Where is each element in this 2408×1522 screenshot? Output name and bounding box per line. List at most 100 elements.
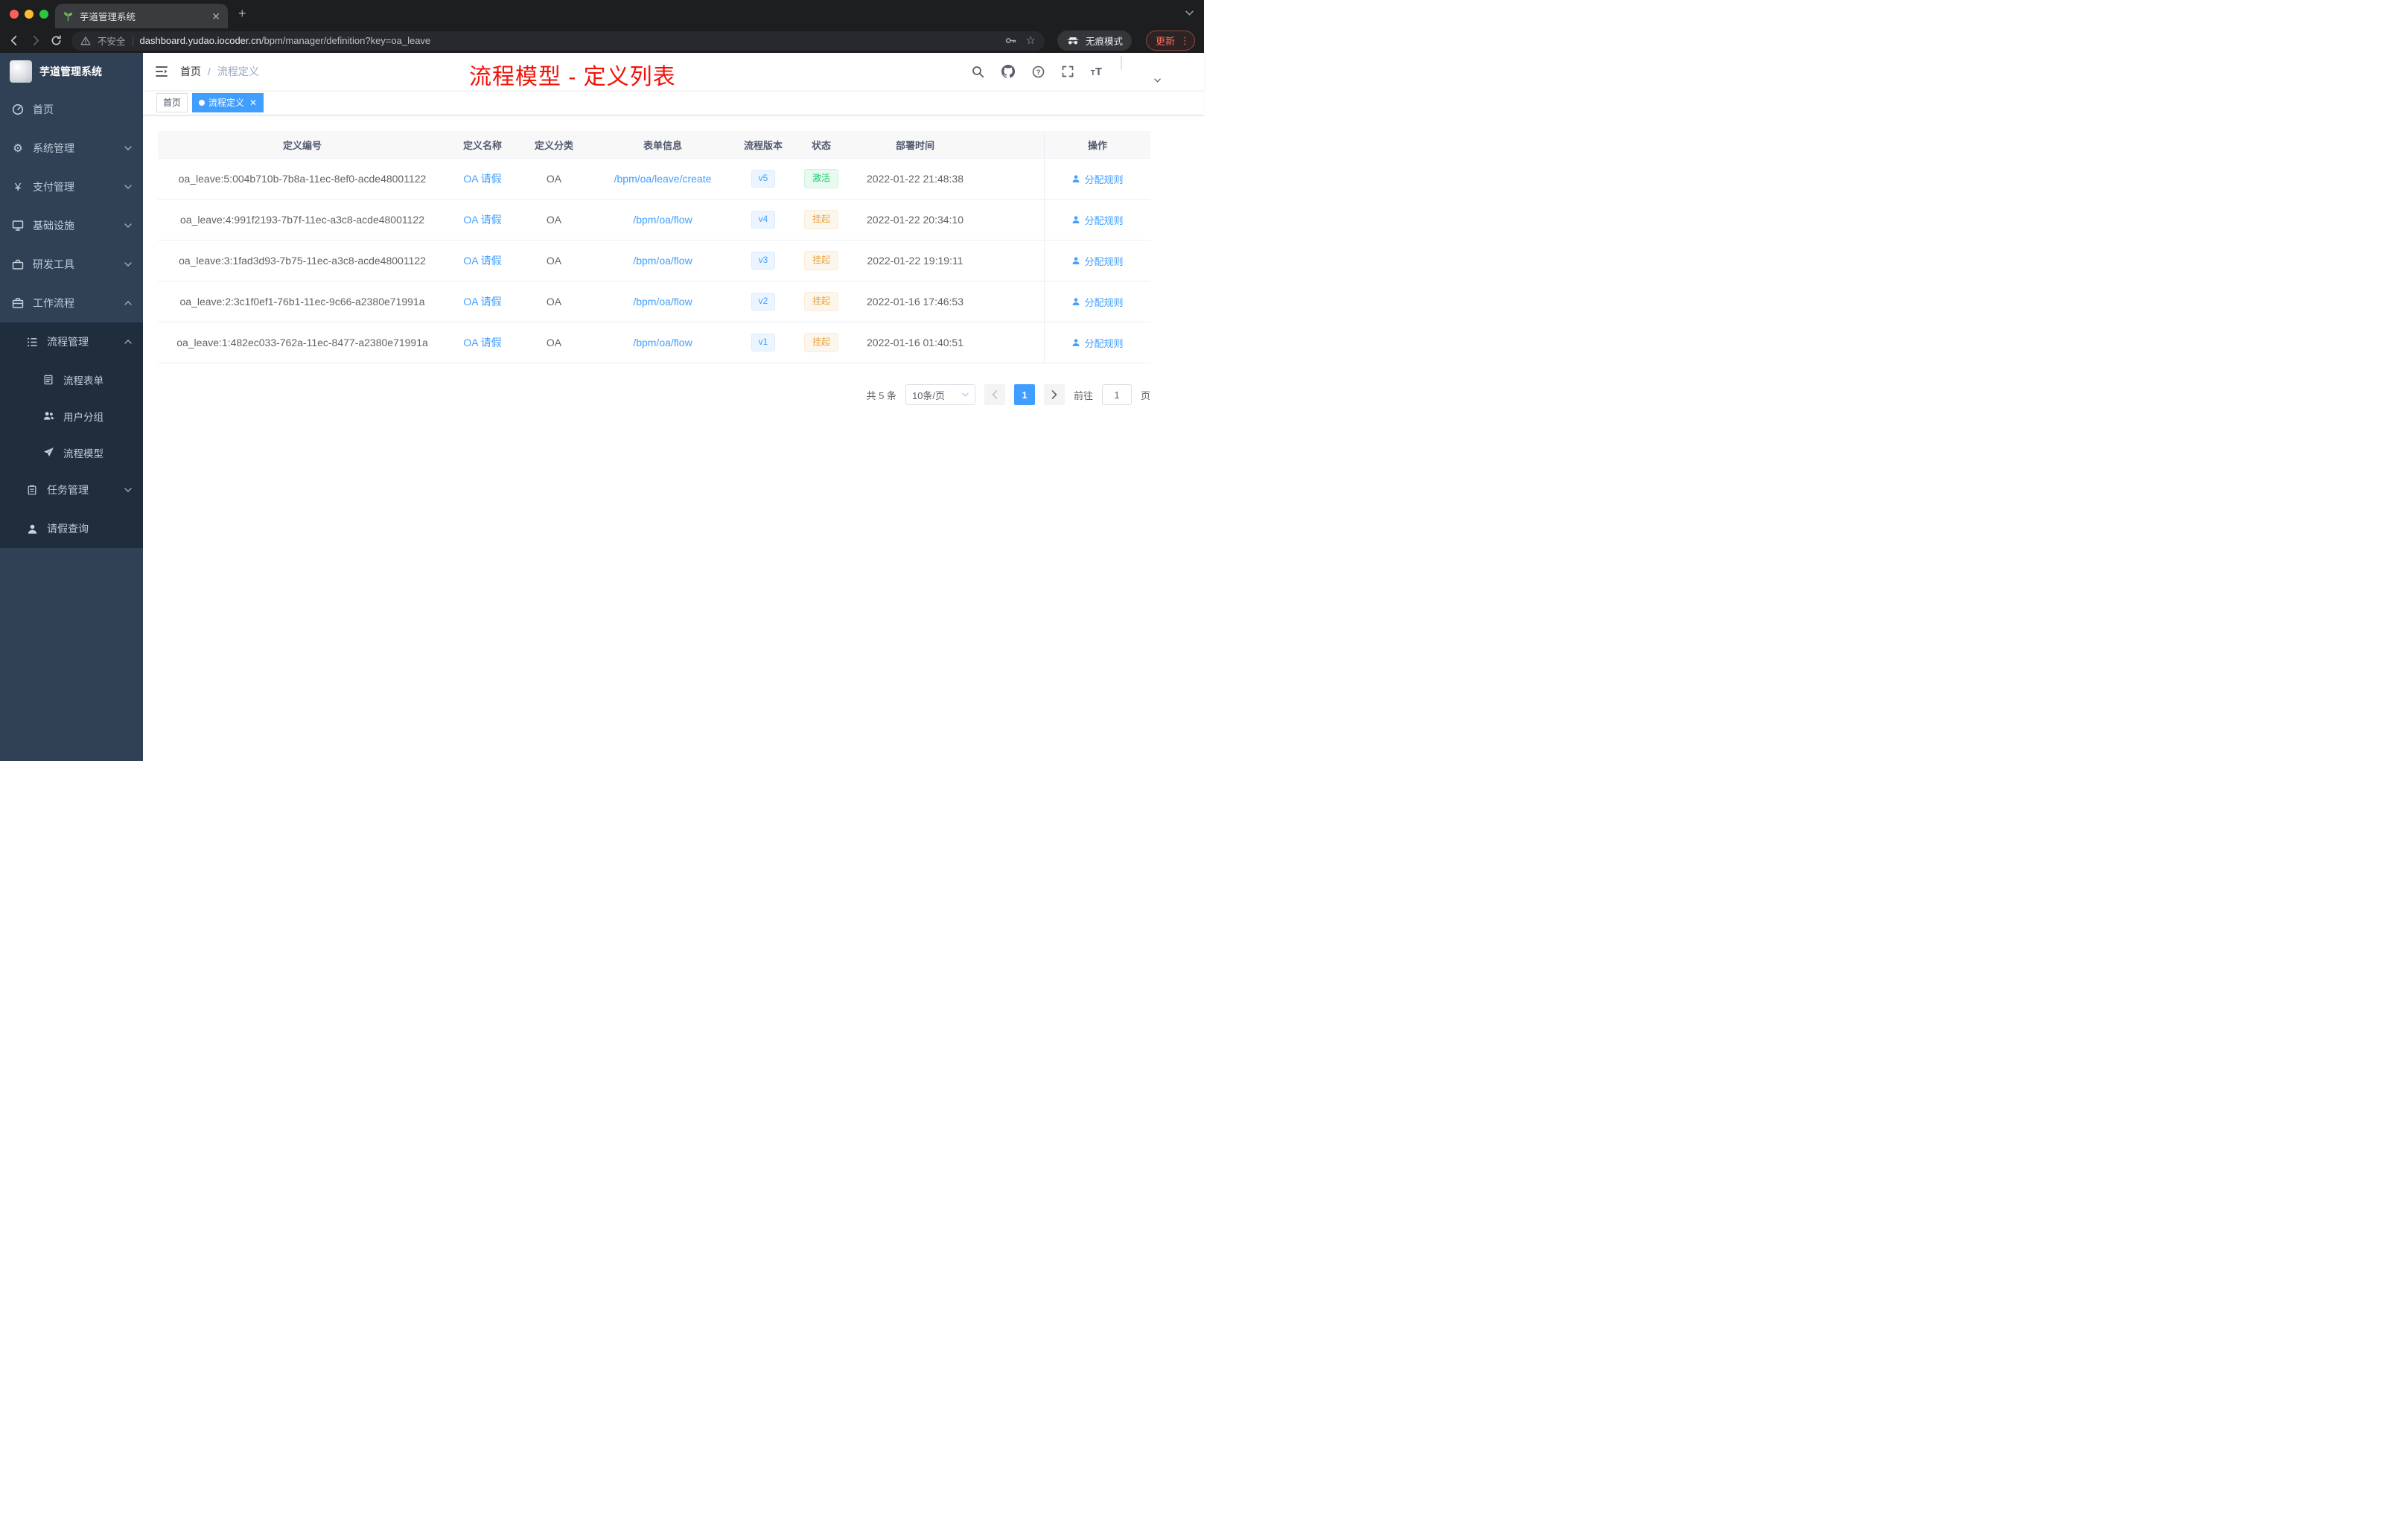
list-icon: [25, 337, 39, 348]
spacer-cell: [978, 241, 1044, 281]
tab-strip: 芋道管理系统 ✕ +: [0, 0, 1204, 28]
sidebar-item-workflow[interactable]: 工作流程: [0, 284, 143, 322]
forward-icon[interactable]: [30, 35, 41, 46]
fullscreen-icon[interactable]: [1062, 66, 1074, 77]
sidebar-item-devtools[interactable]: 研发工具: [0, 245, 143, 284]
sidebar-item-task-management[interactable]: 任务管理: [0, 471, 143, 509]
breadcrumb-home[interactable]: 首页: [180, 64, 201, 79]
form-info-link[interactable]: /bpm/oa/flow: [633, 214, 692, 226]
form-info-link[interactable]: /bpm/oa/leave/create: [614, 173, 712, 185]
sidebar-item-process-model[interactable]: 流程模型: [0, 434, 143, 471]
form-info-link[interactable]: /bpm/oa/flow: [633, 337, 692, 348]
minimize-window-button[interactable]: [25, 10, 34, 19]
column-header: 部署时间: [895, 139, 934, 151]
goto-page-input[interactable]: [1101, 384, 1132, 405]
assign-rule-link[interactable]: 分配规则: [1071, 254, 1124, 268]
bookmark-star-icon[interactable]: ☆: [1026, 35, 1036, 46]
version-tag: v3: [751, 252, 776, 270]
sidebar-item-system[interactable]: ⚙ 系统管理: [0, 129, 143, 168]
tag-home[interactable]: 首页: [156, 92, 188, 112]
spacer-cell: [978, 159, 1044, 199]
chevron-down-icon[interactable]: [1185, 10, 1194, 16]
sidebar-item-payment[interactable]: ¥ 支付管理: [0, 168, 143, 206]
new-tab-button[interactable]: +: [238, 6, 246, 22]
spacer-cell: [978, 322, 1044, 363]
tag-label: 首页: [163, 98, 182, 108]
definition-name-link[interactable]: OA 请假: [463, 171, 501, 186]
definition-category: OA: [546, 296, 562, 308]
tab-close-icon[interactable]: ✕: [211, 11, 220, 22]
tag-process-definition[interactable]: 流程定义 ✕: [192, 92, 264, 112]
search-icon[interactable]: [972, 66, 984, 78]
red-annotation-text: 流程模型 - 定义列表: [469, 65, 676, 89]
navbar-actions: ? TT: [972, 56, 1204, 86]
sidebar-item-label: 基础设施: [33, 220, 74, 232]
next-page-button[interactable]: [1043, 384, 1065, 405]
tag-close-icon[interactable]: ✕: [249, 98, 257, 107]
reload-icon[interactable]: [51, 35, 62, 46]
main-area: 首页 / 流程定义 流程模型 - 定义列表 ? TT 首页 流程定义 ✕ 定义编…: [143, 53, 1204, 761]
sidebar-item-home[interactable]: 首页: [0, 90, 143, 129]
deploy-time: 2022-01-22 20:34:10: [867, 214, 963, 226]
avatar[interactable]: [1121, 56, 1122, 70]
version-tag: v4: [751, 211, 776, 229]
security-label[interactable]: 不安全: [98, 34, 126, 48]
breadcrumb-separator: /: [208, 66, 211, 77]
sidebar-item-leave-query[interactable]: 请假查询: [0, 509, 143, 548]
definition-name-link[interactable]: OA 请假: [463, 294, 501, 309]
logo-avatar: [10, 60, 32, 83]
deploy-time: 2022-01-16 17:46:53: [867, 296, 963, 308]
status-tag: 挂起: [803, 251, 838, 270]
help-icon[interactable]: ?: [1032, 66, 1045, 78]
sidebar-item-label: 流程表单: [63, 375, 103, 386]
address-bar[interactable]: 不安全 dashboard.yudao.iocoder.cn/bpm/manag…: [71, 31, 1045, 51]
sidebar-item-process-form[interactable]: 流程表单: [0, 361, 143, 398]
sidebar-logo[interactable]: 芋道管理系统: [0, 53, 143, 90]
key-icon[interactable]: [1005, 35, 1016, 46]
browser-menu-icon[interactable]: ⋮: [1180, 36, 1190, 45]
chevron-down-icon: [124, 262, 132, 267]
definition-name-link[interactable]: OA 请假: [463, 212, 501, 227]
page-number-1[interactable]: 1: [1013, 384, 1035, 405]
chevron-up-icon: [124, 340, 132, 344]
table-row: oa_leave:5:004b710b-7b8a-11ec-8ef0-acde4…: [158, 159, 1150, 200]
form-info-link[interactable]: /bpm/oa/flow: [633, 296, 692, 308]
app-root: 芋道管理系统 首页 ⚙ 系统管理 ¥ 支付管理 基础设施 研发工具 工作流程 流…: [0, 53, 1204, 761]
column-header: 定义名称: [462, 139, 502, 151]
github-icon[interactable]: [1001, 65, 1015, 78]
warning-triangle-icon: [80, 36, 91, 45]
sidebar-item-infrastructure[interactable]: 基础设施: [0, 206, 143, 245]
update-button[interactable]: 更新 ⋮: [1145, 31, 1195, 51]
page-size-select[interactable]: 10条/页: [905, 384, 975, 405]
definition-name-link[interactable]: OA 请假: [463, 335, 501, 350]
definition-table: 定义编号 定义名称 定义分类 表单信息 流程版本 状态 部署时间 操作 oa_l…: [158, 131, 1150, 363]
caret-down-icon: [962, 392, 969, 397]
assign-rule-link[interactable]: 分配规则: [1071, 213, 1124, 227]
user-avatar-dropdown[interactable]: [1121, 56, 1161, 86]
back-icon[interactable]: [9, 35, 20, 46]
table-header: 定义编号 定义名称 定义分类 表单信息 流程版本 状态 部署时间 操作: [158, 131, 1150, 159]
zoom-window-button[interactable]: [39, 10, 48, 19]
font-size-icon[interactable]: TT: [1091, 66, 1102, 78]
sidebar-item-user-group[interactable]: 用户分组: [0, 398, 143, 434]
pagination: 共 5 条 10条/页 1 前往 页: [158, 384, 1150, 405]
sidebar-toggle-icon[interactable]: [155, 66, 168, 77]
assign-rule-link[interactable]: 分配规则: [1071, 336, 1124, 350]
close-window-button[interactable]: [10, 10, 19, 19]
assign-rule-link[interactable]: 分配规则: [1071, 172, 1124, 186]
briefcase-icon: [11, 297, 25, 309]
definition-name-link[interactable]: OA 请假: [463, 253, 501, 268]
definition-id: oa_leave:1:482ec033-762a-11ec-8477-a2380…: [176, 337, 428, 348]
url-text[interactable]: dashboard.yudao.iocoder.cn/bpm/manager/d…: [140, 35, 431, 46]
sidebar-item-process-management[interactable]: 流程管理: [0, 322, 143, 361]
prev-page-button[interactable]: [984, 384, 1005, 405]
table-row: oa_leave:2:3c1f0ef1-76b1-11ec-9c66-a2380…: [158, 281, 1150, 322]
user-icon: [1072, 175, 1080, 182]
sidebar-item-label: 用户分组: [63, 411, 103, 423]
favicon-sprout-icon: [63, 12, 73, 22]
page-size-value: 10条/页: [911, 389, 946, 401]
browser-tab[interactable]: 芋道管理系统 ✕: [55, 4, 228, 28]
assign-rule-link[interactable]: 分配规则: [1071, 295, 1124, 309]
form-info-link[interactable]: /bpm/oa/flow: [633, 255, 692, 267]
table-row: oa_leave:1:482ec033-762a-11ec-8477-a2380…: [158, 322, 1150, 363]
